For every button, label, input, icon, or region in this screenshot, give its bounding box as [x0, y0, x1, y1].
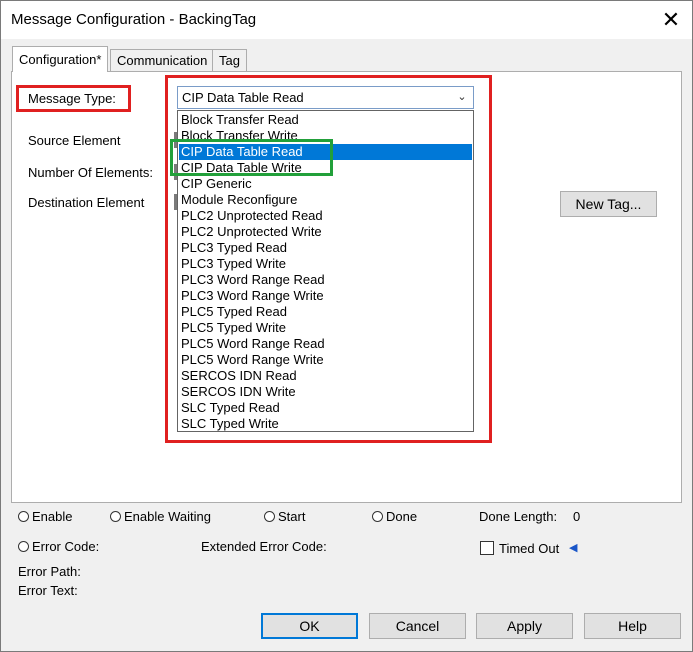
- error-text-label: Error Text:: [18, 583, 78, 598]
- close-icon[interactable]: ✕: [653, 3, 689, 37]
- message-type-label-highlight: [16, 85, 131, 112]
- window-title: Message Configuration - BackingTag: [11, 11, 257, 28]
- error-path-label: Error Path:: [18, 564, 81, 579]
- done-label: Done: [386, 509, 418, 524]
- start-indicator-icon: [264, 511, 275, 523]
- extended-error-code-label: Extended Error Code:: [201, 539, 327, 554]
- start-status: Start: [264, 509, 305, 524]
- title-bar: Message Configuration - BackingTag ✕: [1, 1, 692, 39]
- enable-waiting-label: Enable Waiting: [124, 509, 211, 524]
- dropdown-highlight: [165, 75, 492, 443]
- done-indicator-icon: [372, 511, 383, 523]
- destination-element-label: Destination Element: [28, 195, 145, 210]
- error-code-status: Error Code:: [18, 539, 99, 554]
- tab-configuration[interactable]: Configuration*: [12, 46, 109, 72]
- enable-indicator-icon: [18, 511, 29, 523]
- apply-button[interactable]: Apply: [476, 613, 573, 639]
- error-code-label: Error Code:: [32, 539, 100, 554]
- start-label: Start: [278, 509, 306, 524]
- arrow-left-icon: ◀: [569, 542, 578, 554]
- done-length-label: Done Length:: [479, 509, 558, 524]
- timed-out-label: Timed Out: [499, 541, 560, 556]
- enable-status: Enable: [18, 509, 72, 524]
- help-button[interactable]: Help: [584, 613, 681, 639]
- enable-waiting-status: Enable Waiting: [110, 509, 211, 524]
- error-code-indicator-icon: [18, 541, 29, 553]
- cancel-button[interactable]: Cancel: [369, 613, 466, 639]
- ok-button[interactable]: OK: [261, 613, 358, 639]
- tab-configuration-label: Configuration*: [19, 52, 102, 67]
- tab-tag-label: Tag: [219, 53, 240, 68]
- number-of-elements-label: Number Of Elements:: [28, 165, 153, 180]
- new-tag-button[interactable]: New Tag...: [560, 191, 657, 217]
- message-configuration-dialog: Message Configuration - BackingTag ✕ Con…: [0, 0, 693, 652]
- tab-communication-label: Communication: [117, 53, 208, 68]
- enable-waiting-indicator-icon: [110, 511, 121, 523]
- done-length-value: 0: [573, 509, 581, 524]
- timed-out-checkbox[interactable]: [480, 541, 494, 555]
- done-status: Done: [372, 509, 417, 524]
- source-element-label: Source Element: [28, 133, 121, 148]
- tab-communication[interactable]: Communication: [110, 49, 215, 72]
- enable-label: Enable: [32, 509, 73, 524]
- tab-tag[interactable]: Tag: [212, 49, 247, 72]
